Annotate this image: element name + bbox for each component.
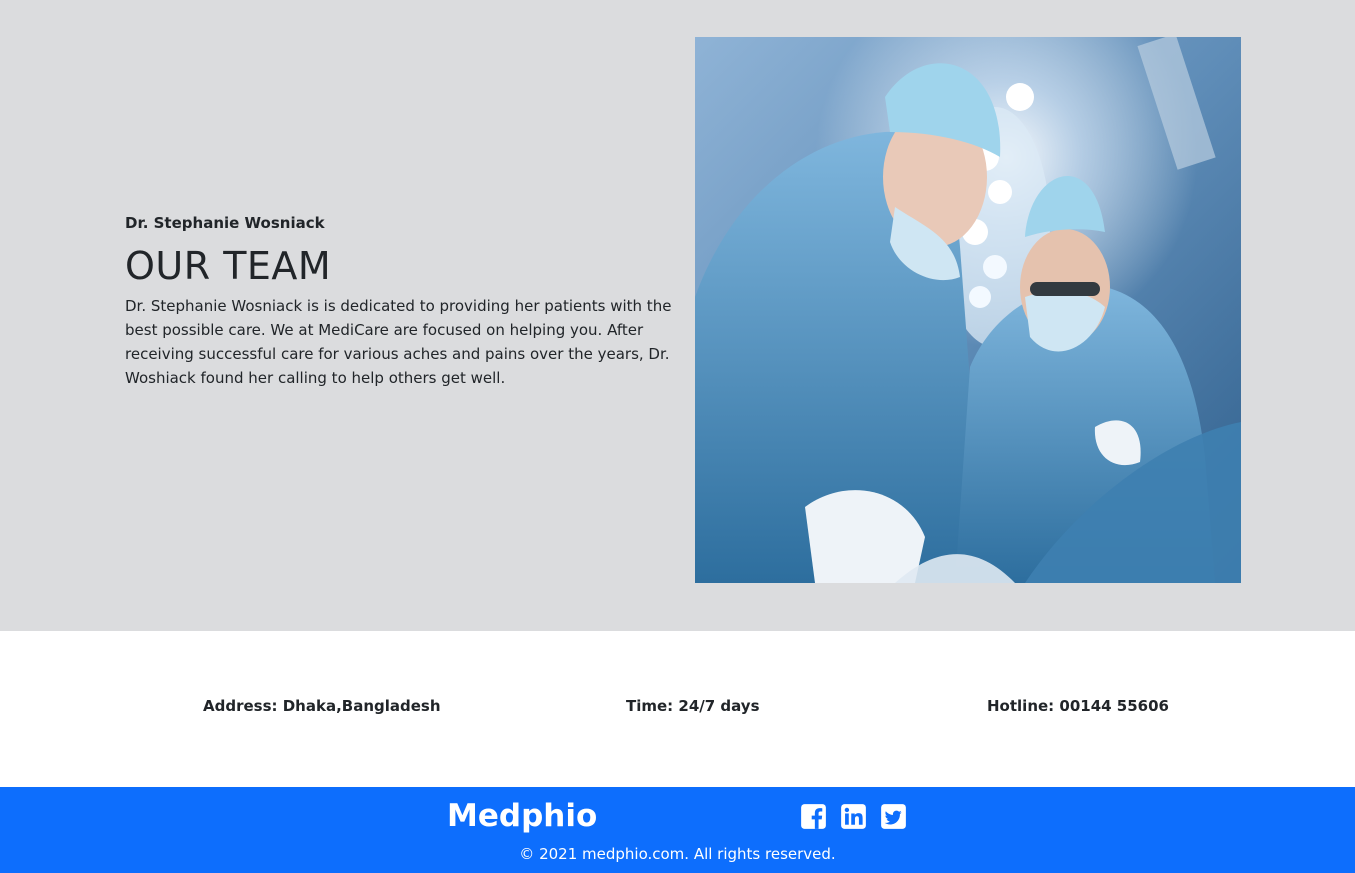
- opening-time-text: Time: 24/7 days: [626, 697, 760, 715]
- surgeons-photo-illustration: [695, 37, 1241, 583]
- linkedin-icon[interactable]: [840, 803, 867, 830]
- copyright-text: © 2021 medphio.com. All rights reserved.: [519, 845, 836, 863]
- footer: Medphio © 2021 medphio.com. All rights r…: [0, 787, 1355, 873]
- doctor-name: Dr. Stephanie Wosniack: [125, 214, 325, 232]
- address-text: Address: Dhaka,Bangladesh: [203, 697, 441, 715]
- surgeons-photo: [695, 37, 1241, 583]
- twitter-icon[interactable]: [880, 803, 907, 830]
- team-section: Dr. Stephanie Wosniack OUR TEAM Dr. Step…: [0, 0, 1355, 631]
- social-links: [800, 803, 907, 830]
- footer-brand: Medphio: [447, 798, 598, 834]
- team-title: OUR TEAM: [125, 244, 332, 288]
- team-text-block: Dr. Stephanie Wosniack OUR TEAM Dr. Step…: [125, 212, 680, 390]
- contact-info-section: Address: Dhaka,Bangladesh Time: 24/7 day…: [0, 631, 1355, 787]
- team-description: Dr. Stephanie Wosniack is is dedicated t…: [125, 297, 672, 387]
- facebook-icon[interactable]: [800, 803, 827, 830]
- hotline-text: Hotline: 00144 55606: [987, 697, 1169, 715]
